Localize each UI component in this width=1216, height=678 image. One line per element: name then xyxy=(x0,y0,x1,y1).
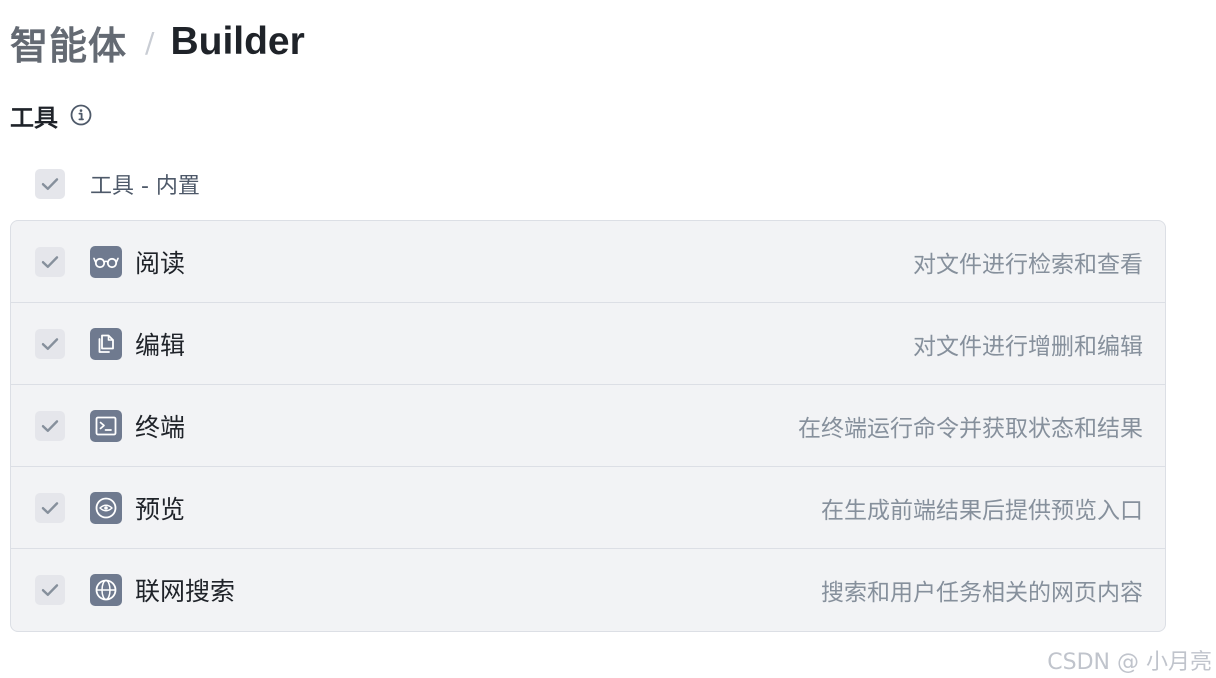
checkmark-icon xyxy=(41,583,59,596)
tool-checkbox-read[interactable] xyxy=(35,246,65,277)
breadcrumb-separator: / xyxy=(145,25,155,59)
breadcrumb-root-link[interactable]: 智能体 xyxy=(10,15,127,70)
breadcrumb: 智能体 / Builder xyxy=(10,14,305,70)
checkmark-icon xyxy=(41,337,59,350)
glasses-icon xyxy=(90,245,122,278)
builtin-tools-group: 工具 - 内置 xyxy=(35,169,200,199)
checkmark-icon xyxy=(41,501,59,514)
checkmark-icon xyxy=(41,255,59,268)
tool-name: 联网搜索 xyxy=(135,576,236,606)
tool-checkbox-terminal[interactable] xyxy=(35,410,65,441)
terminal-icon xyxy=(90,409,122,442)
info-circle-icon[interactable] xyxy=(69,103,93,127)
eye-icon xyxy=(90,491,122,524)
tool-row-preview[interactable]: 预览 在生成前端结果后提供预览入口 xyxy=(11,467,1165,549)
checkmark-icon xyxy=(41,419,59,432)
tool-row-read[interactable]: 阅读 对文件进行检索和查看 xyxy=(11,221,1165,303)
tool-checkbox-preview[interactable] xyxy=(35,492,65,523)
builtin-tools-label: 工具 - 内置 xyxy=(90,174,200,199)
tool-row-terminal[interactable]: 终端 在终端运行命令并获取状态和结果 xyxy=(11,385,1165,467)
tool-name: 编辑 xyxy=(135,330,186,360)
checkmark-icon xyxy=(41,178,59,190)
tool-description: 在终端运行命令并获取状态和结果 xyxy=(798,415,1143,442)
tool-row-web-search[interactable]: 联网搜索 搜索和用户任务相关的网页内容 xyxy=(11,549,1165,630)
document-copy-icon xyxy=(90,327,122,360)
tool-name: 终端 xyxy=(135,412,186,442)
tool-name: 预览 xyxy=(135,494,186,524)
tool-list: 阅读 对文件进行检索和查看 编辑 对文件进行增删和编辑 终端 在终端运行命令并获… xyxy=(10,220,1166,632)
tool-checkbox-web-search[interactable] xyxy=(35,574,65,605)
tool-name: 阅读 xyxy=(135,248,186,278)
tool-description: 对文件进行检索和查看 xyxy=(913,251,1143,278)
tools-section-title: 工具 xyxy=(10,103,58,132)
page-title: Builder xyxy=(170,20,305,63)
tool-description: 在生成前端结果后提供预览入口 xyxy=(821,497,1143,524)
tool-row-edit[interactable]: 编辑 对文件进行增删和编辑 xyxy=(11,303,1165,385)
tools-section-header: 工具 xyxy=(10,98,93,132)
globe-icon xyxy=(90,573,122,606)
tool-description: 对文件进行增删和编辑 xyxy=(913,333,1143,360)
watermark: CSDN @ 小月亮 xyxy=(1047,650,1212,675)
builtin-tools-checkbox[interactable] xyxy=(35,169,65,199)
tool-checkbox-edit[interactable] xyxy=(35,328,65,359)
tool-description: 搜索和用户任务相关的网页内容 xyxy=(821,579,1143,606)
